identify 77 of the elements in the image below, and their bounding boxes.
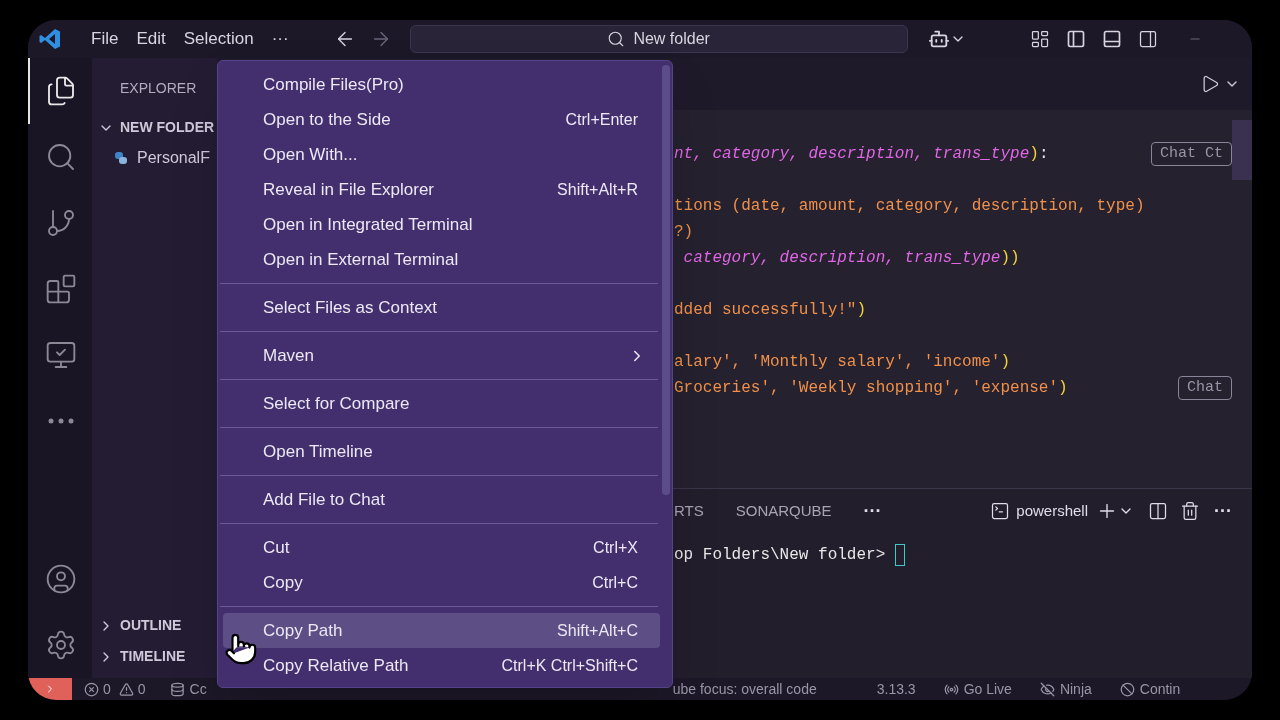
- hand-cursor-icon: [224, 632, 258, 666]
- menu-item[interactable]: Open in Integrated Terminal: [223, 207, 660, 242]
- terminal-cursor: [895, 544, 906, 566]
- remote-indicator[interactable]: [28, 678, 72, 700]
- code-line: dded successfully!"): [674, 300, 867, 321]
- search-text: New folder: [633, 29, 710, 49]
- split-icon[interactable]: [1148, 501, 1168, 521]
- sidebar-title: EXPLORER: [120, 79, 198, 98]
- minimap: [1232, 120, 1252, 180]
- menu-item[interactable]: Reveal in File Explorer Shift+Alt+R: [223, 172, 660, 207]
- robot-icon[interactable]: [927, 28, 950, 50]
- section-header[interactable]: TIMELINE: [98, 641, 217, 672]
- code-line: nt, category, description, trans_type):: [674, 144, 1049, 165]
- panel-bottom-icon[interactable]: [1101, 29, 1122, 49]
- status-item[interactable]: Cc: [169, 678, 207, 700]
- status-item[interactable]: Contin: [1119, 678, 1181, 700]
- menu-item[interactable]: Copy Path Shift+Alt+C: [223, 613, 660, 648]
- error-count[interactable]: 0: [103, 678, 111, 700]
- chat-hint[interactable]: Chat: [1178, 376, 1232, 400]
- code-line: tions (date, amount, category, description, type): [674, 196, 1145, 217]
- code-line: category, description, trans_type)): [682, 248, 1020, 269]
- circle-slash-icon: [1119, 681, 1135, 697]
- terminal-icon: [990, 501, 1011, 521]
- panel-left-icon[interactable]: [1065, 29, 1086, 49]
- menu-item[interactable]: Open to the Side Ctrl+Enter: [223, 102, 660, 137]
- menu-item[interactable]: Selection: [174, 20, 263, 58]
- menu-item[interactable]: File: [82, 20, 128, 58]
- files-icon: [45, 75, 77, 107]
- menu-item[interactable]: Open Timeline: [223, 434, 660, 469]
- explorer-entry[interactable]: PersonalF: [114, 146, 217, 170]
- menu-item[interactable]: Edit: [127, 20, 175, 58]
- menu-item[interactable]: ···: [262, 20, 298, 58]
- menu-item[interactable]: Compile Files(Pro): [223, 67, 660, 102]
- folder-header[interactable]: NEW FOLDER: [98, 117, 217, 138]
- status-item[interactable]: 3.13.3: [876, 678, 916, 700]
- error-icon[interactable]: [84, 681, 99, 697]
- panel-tab[interactable]: RTS: [674, 499, 704, 523]
- terminal-name[interactable]: powershell: [1016, 499, 1088, 523]
- menu-item[interactable]: Copy Ctrl+C: [223, 565, 660, 600]
- search-icon: [45, 141, 77, 173]
- trash-icon[interactable]: [1180, 501, 1200, 521]
- account-icon: [45, 563, 77, 595]
- branch-icon: [45, 207, 77, 239]
- code-line: alary', 'Monthly salary', 'income'): [674, 352, 1011, 373]
- logo-icon: [38, 27, 62, 51]
- menu-item[interactable]: Add File to Chat: [223, 482, 660, 517]
- layout-icon[interactable]: [1029, 29, 1050, 49]
- more-button[interactable]: ···: [1214, 497, 1232, 525]
- warning-count[interactable]: 0: [137, 678, 146, 700]
- monitor-icon: [45, 339, 77, 371]
- panel-right-icon[interactable]: [1137, 29, 1158, 49]
- menu-item[interactable]: Open With...: [223, 137, 660, 172]
- code-line: Groceries', 'Weekly shopping', 'expense'): [674, 378, 1068, 399]
- menu-item[interactable]: Copy Relative Path Ctrl+K Ctrl+Shift+C: [223, 648, 660, 683]
- more-button[interactable]: ···: [863, 497, 882, 525]
- status-item[interactable]: Ninja: [1039, 678, 1092, 700]
- status-item[interactable]: Go Live: [943, 678, 1012, 700]
- search-field[interactable]: New folder: [409, 25, 908, 53]
- menu-item[interactable]: Open in External Terminal: [223, 242, 660, 277]
- settings-icon: [45, 629, 77, 661]
- code-line: ?): [674, 222, 694, 243]
- blocks-icon: [45, 273, 77, 305]
- warning-icon[interactable]: [118, 681, 134, 697]
- menu-scrollbar[interactable]: [662, 65, 670, 495]
- menu-item[interactable]: Select Files as Context: [223, 290, 660, 325]
- status-item[interactable]: ube focus: overall code: [672, 678, 817, 700]
- search-icon: [607, 30, 626, 48]
- menu-item[interactable]: Select for Compare: [223, 386, 660, 421]
- python-file-icon: [114, 151, 128, 165]
- menu-item[interactable]: Maven: [223, 338, 660, 373]
- menu-item[interactable]: Cut Ctrl+X: [223, 530, 660, 565]
- panel-tab[interactable]: SONARQUBE: [735, 499, 832, 523]
- section-header[interactable]: OUTLINE: [98, 610, 217, 641]
- eye-off-icon: [1039, 681, 1055, 697]
- more-icon: [48, 418, 74, 424]
- terminal-prompt: op Folders\New folder>: [674, 545, 886, 566]
- database-icon: [169, 681, 185, 697]
